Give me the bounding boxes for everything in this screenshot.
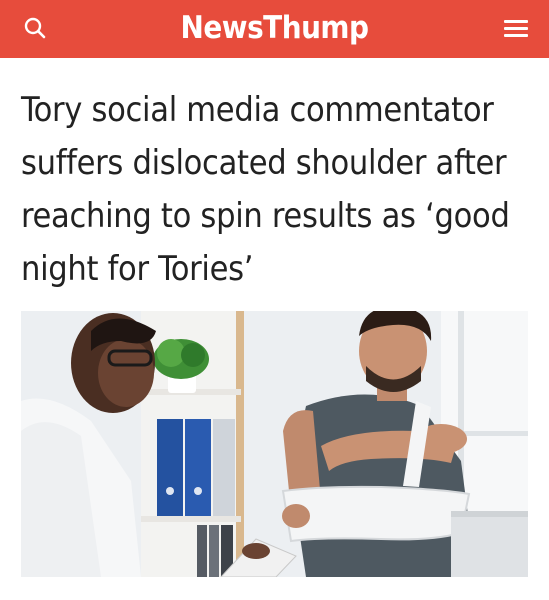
- article-headline[interactable]: Tory social media commentator suffers di…: [21, 84, 531, 296]
- site-logo[interactable]: NewsThump: [0, 10, 549, 46]
- article-image[interactable]: [21, 311, 528, 577]
- page: NewsThump Tory social media commentator …: [0, 0, 549, 600]
- site-logo-text: NewsThump: [180, 10, 369, 46]
- site-header: NewsThump: [0, 0, 549, 58]
- menu-button[interactable]: [504, 18, 528, 40]
